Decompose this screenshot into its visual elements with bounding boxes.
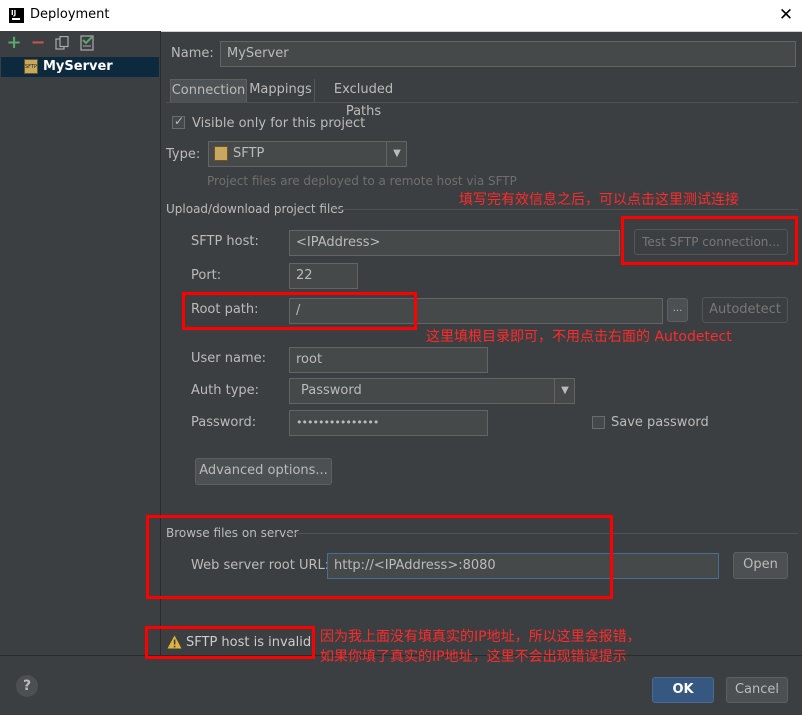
open-button[interactable]: Open [733, 552, 788, 579]
user-name-input[interactable]: root [289, 347, 488, 373]
add-icon[interactable]: + [5, 34, 23, 52]
annotation-box-browse-files [146, 515, 613, 599]
window-title: Deployment [30, 7, 110, 22]
advanced-options-button[interactable]: Advanced options... [195, 458, 332, 485]
tabs-underline [166, 102, 798, 103]
tab-excluded-paths[interactable]: Excluded Paths [315, 79, 412, 119]
user-name-label: User name: [191, 351, 267, 366]
port-label: Port: [191, 268, 222, 283]
upload-section-title: Upload/download project files [166, 202, 344, 216]
upload-section-divider [332, 209, 798, 210]
annotation-box-root-path [182, 292, 417, 330]
server-list-panel [0, 31, 161, 655]
help-icon[interactable]: ? [16, 675, 38, 697]
save-password-checkbox[interactable] [592, 416, 605, 429]
browse-root-path-button[interactable]: ... [667, 298, 688, 322]
annotation-test-hint: 填写完有效信息之后，可以点击这里测试连接 [459, 192, 739, 208]
server-name-label: MyServer [43, 59, 113, 74]
tab-connection[interactable]: Connection [170, 79, 247, 102]
autodetect-button[interactable]: Autodetect [702, 297, 788, 323]
auth-type-label: Auth type: [191, 383, 260, 398]
use-as-default-icon[interactable] [80, 35, 95, 51]
name-label: Name: [171, 46, 214, 61]
annotation-box-error [145, 626, 315, 659]
auth-type-select[interactable]: Password [289, 378, 575, 404]
type-select[interactable]: SFTP [208, 141, 407, 167]
annotation-error-hint-1: 因为我上面没有填真实的IP地址，所以这里会报错， [320, 629, 641, 645]
cancel-button[interactable]: Cancel [726, 677, 788, 703]
sftp-type-icon [214, 146, 228, 161]
chevron-down-icon[interactable]: ▼ [386, 142, 407, 166]
annotation-root-hint: 这里填根目录即可，不用点击右面的 Autodetect [426, 329, 732, 345]
password-label: Password: [191, 415, 257, 430]
close-icon[interactable]: ✕ [775, 4, 797, 26]
name-input[interactable]: MyServer [220, 41, 796, 67]
visible-only-label: Visible only for this project [192, 116, 366, 131]
copy-icon[interactable] [55, 35, 69, 50]
sftp-server-icon: SFTP [24, 59, 38, 74]
type-label: Type: [166, 147, 201, 162]
sftp-host-label: SFTP host: [191, 234, 259, 249]
port-input[interactable]: 22 [289, 263, 358, 289]
sftp-host-input[interactable]: <IPAddress> [289, 230, 620, 256]
password-input[interactable]: ••••••••••••••• [289, 410, 488, 436]
window-title-bar: IJ Deployment ✕ [0, 0, 802, 32]
annotation-error-hint-2: 如果你填了真实的IP地址，这里不会出现错误提示 [320, 649, 627, 665]
chevron-down-icon[interactable]: ▼ [554, 379, 575, 403]
type-description: Project files are deployed to a remote h… [207, 174, 517, 188]
visible-only-checkbox[interactable] [172, 114, 185, 129]
save-password-label: Save password [611, 415, 709, 430]
type-value: SFTP [233, 146, 265, 161]
server-list-item[interactable]: SFTP MyServer [1, 57, 159, 77]
remove-icon[interactable]: − [29, 34, 47, 52]
tab-mappings[interactable]: Mappings [247, 79, 315, 102]
intellij-app-icon: IJ [9, 8, 24, 23]
annotation-box-test-connection [621, 216, 798, 265]
ok-button[interactable]: OK [652, 677, 714, 703]
